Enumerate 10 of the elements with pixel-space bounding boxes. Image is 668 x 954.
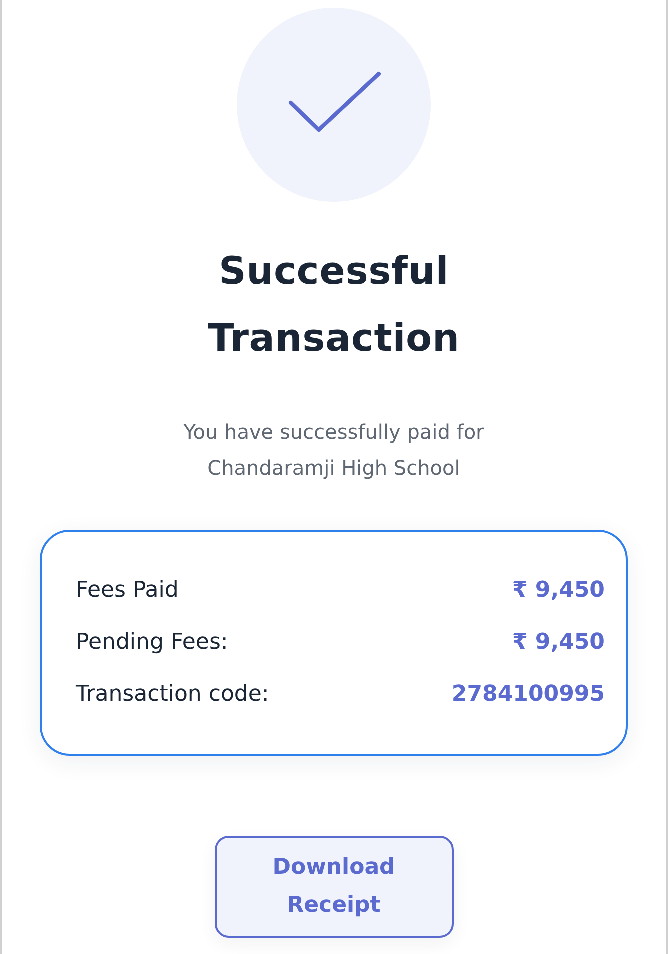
checkmark-icon — [237, 8, 431, 202]
detail-label: Transaction code: — [76, 682, 270, 706]
detail-value: ₹ 9,450 — [512, 578, 605, 602]
detail-value: 2784100995 — [452, 682, 605, 706]
detail-label: Fees Paid — [76, 578, 179, 602]
detail-label: Pending Fees: — [76, 630, 228, 654]
download-receipt-button[interactable]: Download Receipt — [214, 836, 454, 938]
payment-message: You have successfully paid for Chandaramji High School — [182, 419, 486, 482]
detail-value: ₹ 9,450 — [512, 630, 605, 654]
success-title: Successful Transaction — [207, 248, 461, 362]
